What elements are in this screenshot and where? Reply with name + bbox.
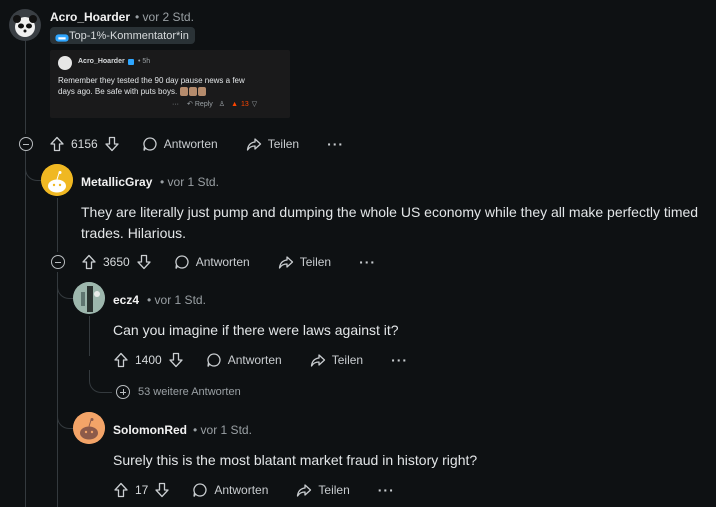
comment-icon: [206, 352, 222, 368]
more-options-button[interactable]: ···: [359, 254, 376, 270]
downvote-icon[interactable]: [104, 136, 120, 152]
embed-award-icon: ♙: [218, 101, 226, 108]
embed-text-line1: Remember they tested the 90 day pause ne…: [58, 76, 245, 85]
thread-line-metallicgray: [57, 198, 58, 252]
share-button[interactable]: Teilen: [278, 254, 331, 270]
action-bar: 17 Antworten Teilen ···: [113, 480, 395, 500]
timestamp: • vor 1 Std.: [147, 293, 206, 307]
embed-avatar: [58, 56, 72, 70]
reply-button[interactable]: Antworten: [206, 352, 282, 368]
comment-icon: [142, 136, 158, 152]
avatar[interactable]: [73, 282, 105, 314]
comment-icon: [192, 482, 208, 498]
share-button[interactable]: Teilen: [310, 352, 363, 368]
share-icon: [296, 482, 312, 498]
thread-curve-metallicgray: [25, 150, 42, 181]
thread-curve-more-replies: [89, 370, 112, 393]
comment-icon: [174, 254, 190, 270]
author-name[interactable]: MetallicGray: [81, 175, 152, 189]
embed-upvote-icon: ▲: [231, 100, 238, 108]
comment-body: Can you imagine if there were laws again…: [113, 322, 399, 338]
more-options-button[interactable]: ···: [391, 352, 408, 368]
share-button[interactable]: Teilen: [246, 136, 299, 152]
upvote-icon[interactable]: [49, 136, 65, 152]
embed-more-icon: ···: [172, 100, 179, 108]
embedded-image[interactable]: Acro_Hoarder • 5h Remember they tested t…: [50, 50, 290, 118]
action-bar: 3650 Antworten Teilen ···: [81, 252, 376, 272]
more-replies-button[interactable]: 53 weitere Antworten: [116, 385, 241, 399]
thread-line-metallicgray-children: [57, 272, 58, 507]
thread-curve-solomonred: [57, 400, 74, 429]
reply-button[interactable]: Antworten: [192, 482, 268, 498]
embed-author: Acro_Hoarder: [78, 58, 125, 65]
upvote-icon[interactable]: [81, 254, 97, 270]
action-bar: 6156 Antworten Teilen ···: [49, 134, 344, 154]
panda-avatar-icon: [9, 9, 41, 41]
avatar[interactable]: [73, 412, 105, 444]
share-icon: [278, 254, 294, 270]
avatar[interactable]: [9, 9, 41, 41]
user-flair: Top-1%-Kommentator*in: [50, 27, 195, 44]
vote-count: 1400: [135, 353, 162, 367]
upvote-icon[interactable]: [113, 352, 129, 368]
snoo-avatar-icon: [73, 412, 105, 444]
collapse-button[interactable]: [51, 255, 65, 269]
author-name[interactable]: Acro_Hoarder: [50, 10, 130, 24]
comment-body: They are literally just pump and dumping…: [81, 204, 699, 241]
thread-curve-ecz4: [57, 272, 74, 299]
more-options-button[interactable]: ···: [327, 136, 344, 152]
vote-count: 17: [135, 483, 149, 497]
more-options-button[interactable]: ···: [378, 482, 395, 498]
collapse-button[interactable]: [19, 137, 33, 151]
downvote-icon[interactable]: [136, 254, 152, 270]
share-icon: [246, 136, 262, 152]
embed-time: • 5h: [138, 58, 151, 65]
snoo-avatar-icon: [41, 164, 73, 196]
downvote-icon[interactable]: [154, 482, 170, 498]
reply-button[interactable]: Antworten: [174, 254, 250, 270]
embed-reply-icon: ↶: [187, 101, 193, 108]
share-icon: [310, 352, 326, 368]
emoji-faces-icon: [180, 87, 207, 96]
embed-actions: ··· ↶ Reply ♙ ▲ 13 ▽: [172, 100, 258, 109]
action-bar: 1400 Antworten Teilen ···: [113, 350, 408, 370]
achievement-icon: [54, 30, 69, 42]
photo-avatar-icon: [73, 282, 105, 314]
thread-line-ecz4: [89, 316, 90, 356]
author-name[interactable]: SolomonRed: [113, 423, 187, 437]
downvote-icon[interactable]: [168, 352, 184, 368]
timestamp: • vor 2 Std.: [135, 10, 194, 24]
thread-line-op-children: [25, 154, 26, 507]
embed-badge-icon: [128, 59, 134, 65]
author-name[interactable]: ecz4: [113, 293, 139, 307]
comment-body: Surely this is the most blatant market f…: [113, 452, 478, 468]
thread-line-op: [25, 40, 26, 134]
share-button[interactable]: Teilen: [296, 482, 350, 498]
upvote-icon[interactable]: [113, 482, 129, 498]
expand-icon: [116, 385, 130, 399]
vote-count: 3650: [103, 255, 130, 269]
avatar[interactable]: [41, 164, 73, 196]
reply-button[interactable]: Antworten: [142, 136, 218, 152]
timestamp: • vor 1 Std.: [193, 423, 252, 437]
timestamp: • vor 1 Std.: [160, 175, 219, 189]
embed-text-line2: days ago. Be safe with puts boys.: [58, 87, 207, 96]
embed-downvote-icon: ▽: [251, 101, 258, 108]
vote-count: 6156: [71, 137, 98, 151]
